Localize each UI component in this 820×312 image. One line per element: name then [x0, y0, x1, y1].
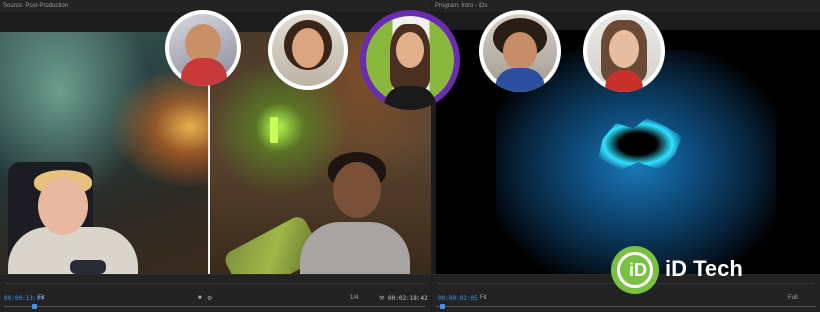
neon-light	[270, 117, 278, 143]
participant-avatar-5[interactable]	[583, 10, 665, 92]
program-fit-select[interactable]: Fit	[480, 295, 487, 301]
id-tech-logo-mark: iD	[611, 246, 659, 294]
avatar-face	[609, 30, 639, 68]
source-timecode-duration: 00:02:18:42	[388, 295, 428, 302]
source-settings-icon[interactable]: ⚙	[207, 295, 212, 302]
avatar-face	[503, 32, 537, 70]
wrench-icon[interactable]: ⚒	[379, 295, 384, 302]
program-playhead[interactable]	[440, 304, 445, 309]
avatar-shirt	[181, 58, 227, 86]
program-scrub-bar[interactable]	[436, 306, 816, 307]
source-ruler[interactable]	[6, 283, 426, 289]
avatar-face	[396, 32, 424, 68]
boy-head	[38, 177, 88, 235]
logo-text: iD Tech	[665, 256, 743, 281]
avatar-shirt	[495, 68, 545, 92]
source-playhead[interactable]	[32, 304, 37, 309]
avatar-face	[292, 28, 324, 68]
girl-head	[333, 162, 381, 218]
participant-avatar-4[interactable]	[479, 10, 561, 92]
logo-glyph: iD	[629, 260, 647, 280]
source-monitor-controls: 00:00:13:04 Fit ■ ⚙ 1/4 ⚒ 00:02:18:42	[0, 274, 431, 312]
source-scrub-bar[interactable]	[4, 306, 426, 307]
participant-avatar-2[interactable]	[268, 10, 348, 90]
source-marker-icon[interactable]: ■	[198, 295, 202, 301]
program-quality-select[interactable]: Full	[788, 295, 798, 301]
logo-ring: iD	[617, 252, 653, 288]
source-fit-select[interactable]: Fit	[38, 295, 45, 301]
girl-shirt	[300, 222, 410, 274]
id-tech-logo: iD iD Tech	[611, 246, 771, 294]
avatar-shirt	[384, 86, 436, 110]
participant-avatar-1[interactable]	[165, 10, 241, 86]
participant-avatar-3-active-speaker[interactable]	[360, 10, 460, 110]
source-monitor-title: Source: Post-Production	[0, 0, 431, 12]
game-controller	[70, 260, 106, 274]
source-quality-select[interactable]: 1/4	[350, 295, 358, 301]
program-timecode-current[interactable]: 00:00:02:05	[438, 295, 478, 302]
